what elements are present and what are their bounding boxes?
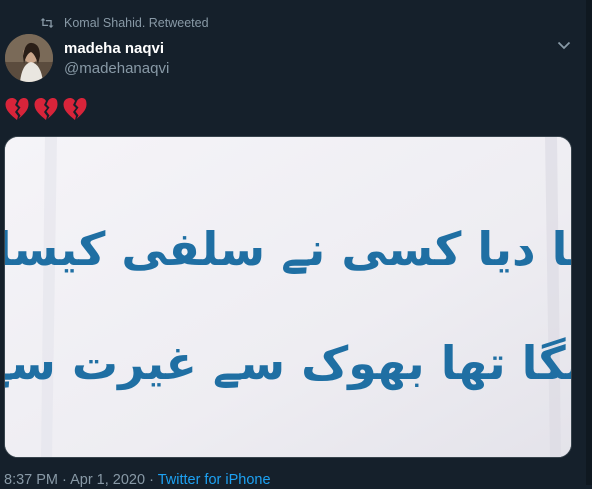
tweet-text [4,96,88,122]
broken-heart-icon [62,96,88,122]
more-options-button[interactable] [552,36,576,56]
tweet-date[interactable]: Apr 1, 2020 [70,472,145,488]
author-display-name[interactable]: madeha naqvi [64,40,169,58]
tweet-source-link[interactable]: Twitter for iPhone [158,472,271,488]
author-block[interactable]: madeha naqvi @madehanaqvi [64,40,169,78]
meta-separator: · [58,472,71,488]
tweet-meta: 8:37 PM · Apr 1, 2020 · Twitter for iPho… [4,471,271,489]
author-handle[interactable]: @madehanaqvi [64,60,169,78]
image-urdu-line-1: راشن تھما دیا کسی نے سلفی کیساتھ ساتھ [5,222,571,276]
broken-heart-icon [33,96,59,122]
retweeted-by-text[interactable]: Komal Shahid. Retweeted [64,16,209,30]
retweet-context: Komal Shahid. Retweeted [40,14,209,32]
tweet-time[interactable]: 8:37 PM [4,472,58,488]
retweet-icon [40,17,54,29]
image-urdu-line-2: جو مرنے لگا تھا بھوک سے غیرت سے مر گیا [5,336,571,390]
avatar[interactable] [5,34,53,82]
chevron-down-icon [557,37,571,55]
scrollbar-track[interactable] [586,0,592,485]
tweet-image[interactable]: راشن تھما دیا کسی نے سلفی کیساتھ ساتھ جو… [4,136,572,458]
broken-heart-icon [4,96,30,122]
meta-separator: · [145,472,158,488]
